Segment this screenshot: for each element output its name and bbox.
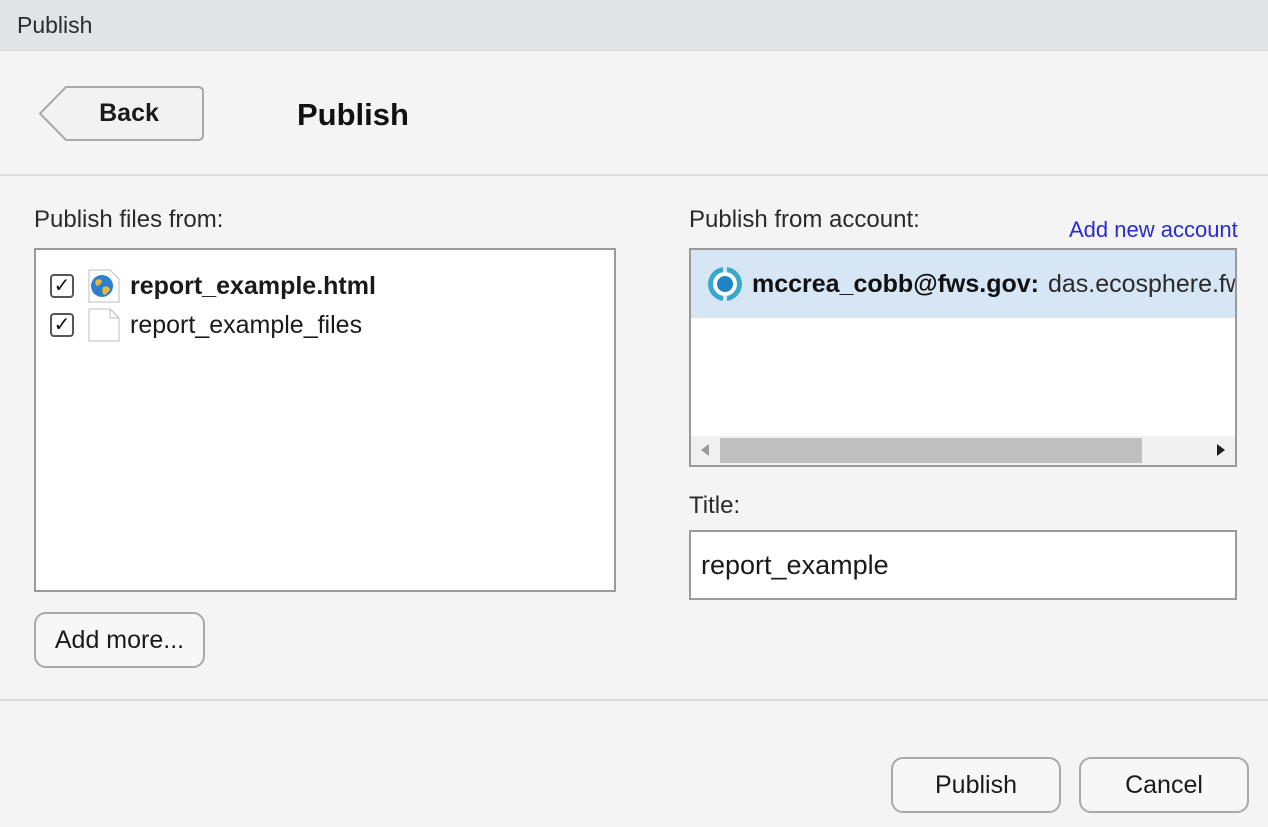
title-label: Title:: [689, 492, 741, 519]
account-label: Publish from account:: [689, 206, 920, 233]
files-label: Publish files from:: [34, 206, 224, 233]
footer-divider: [0, 699, 1268, 701]
window-titlebar: Publish: [0, 0, 1268, 51]
file-name-folder: report_example_files: [130, 310, 363, 339]
header-divider: [0, 174, 1268, 176]
back-button[interactable]: Back: [38, 85, 204, 142]
add-new-account-link[interactable]: Add new account: [1069, 217, 1238, 243]
file-checkbox-folder[interactable]: ✓: [50, 313, 74, 337]
file-item-html: ✓ report_example.html: [50, 269, 376, 303]
file-item-folder: ✓ report_example_files: [50, 308, 362, 342]
web-page-icon: [88, 269, 120, 303]
cancel-button[interactable]: Cancel: [1079, 757, 1249, 813]
account-list: mccrea_cobb@fws.gov: das.ecosphere.fws.g…: [689, 248, 1237, 467]
add-more-button[interactable]: Add more...: [34, 612, 205, 668]
account-item-selected[interactable]: mccrea_cobb@fws.gov: das.ecosphere.fws.g…: [691, 250, 1235, 318]
scrollbar-thumb[interactable]: [720, 438, 1142, 463]
connect-server-icon: [706, 265, 744, 303]
horizontal-scrollbar[interactable]: [691, 436, 1235, 465]
document-icon: [88, 308, 120, 342]
file-name-html: report_example.html: [130, 271, 376, 300]
title-input[interactable]: [689, 530, 1237, 600]
account-server: das.ecosphere.fws.gov: [1047, 269, 1235, 298]
file-checkbox-html[interactable]: ✓: [50, 274, 74, 298]
window-title: Publish: [17, 12, 93, 38]
scroll-left-arrow-icon[interactable]: [701, 444, 709, 456]
page-title: Publish: [297, 97, 409, 132]
back-button-label: Back: [99, 99, 159, 127]
scroll-right-arrow-icon[interactable]: [1217, 444, 1225, 456]
file-list: ✓ report_example.html ✓ report_example_f…: [34, 248, 616, 592]
publish-button[interactable]: Publish: [891, 757, 1061, 813]
account-email: mccrea_cobb@fws.gov:: [752, 269, 1039, 298]
